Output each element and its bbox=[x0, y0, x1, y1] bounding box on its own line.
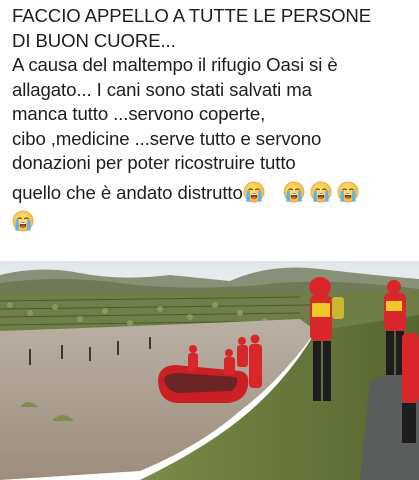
post-card: FACCIO APPELLO A TUTTE LE PERSONE DI BUO… bbox=[0, 0, 419, 480]
post-line: cibo ,medicine ...serve tutto e servono bbox=[12, 127, 322, 149]
flood-rescue-photo bbox=[0, 261, 419, 480]
post-line: quello che è andato distrutto bbox=[12, 181, 243, 203]
post-line: FACCIO APPELLO A TUTTE LE PERSONE bbox=[12, 5, 372, 26]
post-text: FACCIO APPELLO A TUTTE LE PERSONE DI BUO… bbox=[12, 4, 412, 234]
post-line-with-emoji: quello che è andato distrutto bbox=[12, 176, 412, 210]
post-line: allagato... I cani sono stati salvati ma bbox=[12, 78, 312, 100]
crying-face-icon bbox=[337, 181, 359, 203]
post-line: manca tutto ...servono coperte, bbox=[12, 103, 266, 124]
emoji-row bbox=[12, 208, 412, 234]
crying-face-icon bbox=[283, 181, 305, 203]
crying-face-icon bbox=[12, 210, 34, 232]
crying-face-icon bbox=[310, 181, 332, 203]
post-line: A causa del maltempo il rifugio Oasi si … bbox=[12, 54, 338, 75]
post-line: donazioni per poter ricostruire tutto bbox=[12, 152, 296, 173]
post-line: DI BUON CUORE... bbox=[12, 29, 176, 51]
crying-face-icon bbox=[243, 181, 265, 203]
